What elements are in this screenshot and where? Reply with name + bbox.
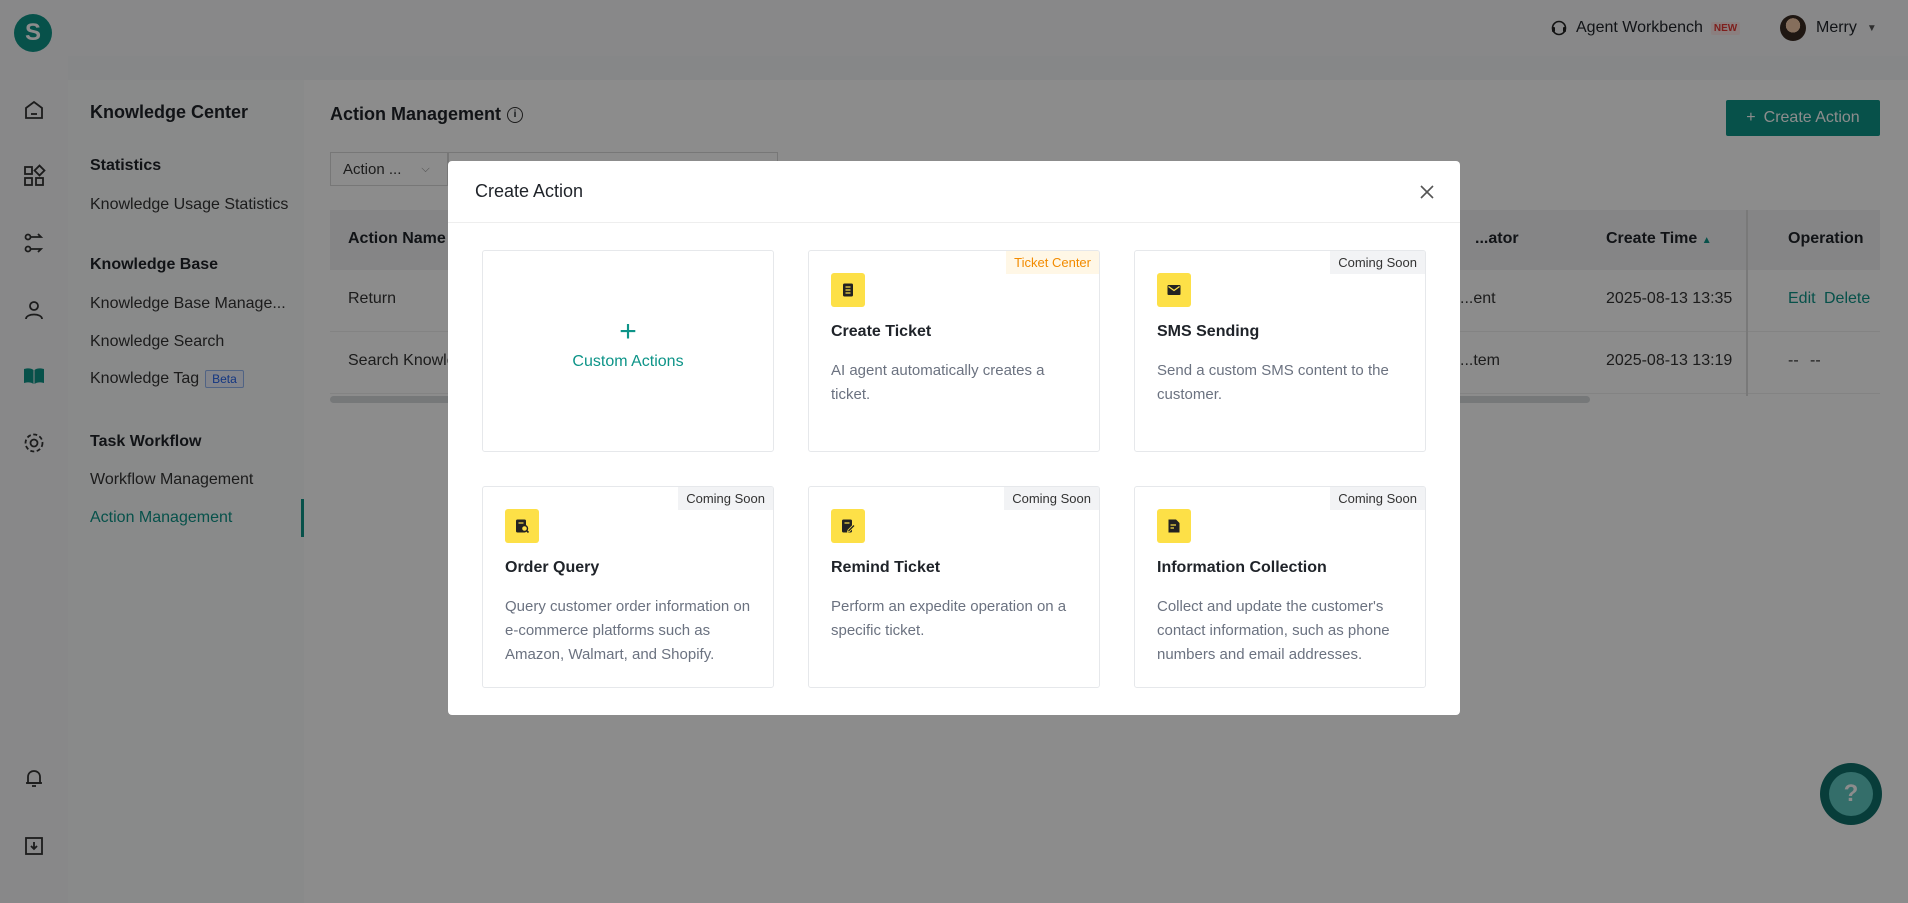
modal-title: Create Action (475, 181, 584, 201)
envelope-icon (1157, 273, 1191, 307)
sms-sending-card[interactable]: Coming Soon SMS Sending Send a custom SM… (1134, 250, 1426, 452)
order-query-card[interactable]: Coming Soon Order Query Query customer o… (482, 486, 774, 688)
close-icon[interactable] (1416, 181, 1438, 203)
card-description: Send a custom SMS content to the custome… (1157, 362, 1389, 403)
ticket-center-tag: Ticket Center (1006, 251, 1099, 274)
custom-actions-content: + Custom Actions (483, 317, 773, 371)
card-description: Query customer order information on e-co… (505, 598, 751, 663)
order-search-icon (505, 509, 539, 543)
card-description: AI agent automatically creates a ticket. (831, 362, 1045, 403)
information-collection-card[interactable]: Coming Soon Information Collection Colle… (1134, 486, 1426, 688)
card-title: Remind Ticket (831, 559, 941, 576)
card-title: Information Collection (1157, 559, 1327, 576)
modal-header: Create Action (448, 161, 1460, 223)
document-list-icon (831, 273, 865, 307)
form-edit-icon (1157, 509, 1191, 543)
card-title: SMS Sending (1157, 323, 1260, 340)
custom-actions-card[interactable]: + Custom Actions (482, 250, 774, 452)
coming-soon-tag: Coming Soon (1330, 487, 1425, 510)
card-description: Collect and update the customer's contac… (1157, 598, 1390, 663)
edit-document-icon (831, 509, 865, 543)
coming-soon-tag: Coming Soon (1004, 487, 1099, 510)
card-description: Perform an expedite operation on a speci… (831, 598, 1067, 639)
create-action-modal: Create Action + Custom Actions Ticket Ce… (448, 161, 1460, 715)
plus-icon: + (619, 315, 637, 348)
create-ticket-card[interactable]: Ticket Center Create Ticket AI agent aut… (808, 250, 1100, 452)
card-title: Order Query (505, 559, 600, 576)
coming-soon-tag: Coming Soon (1330, 251, 1425, 274)
remind-ticket-card[interactable]: Coming Soon Remind Ticket Perform an exp… (808, 486, 1100, 688)
custom-actions-label: Custom Actions (572, 353, 684, 370)
card-title: Create Ticket (831, 323, 932, 340)
coming-soon-tag: Coming Soon (678, 487, 773, 510)
